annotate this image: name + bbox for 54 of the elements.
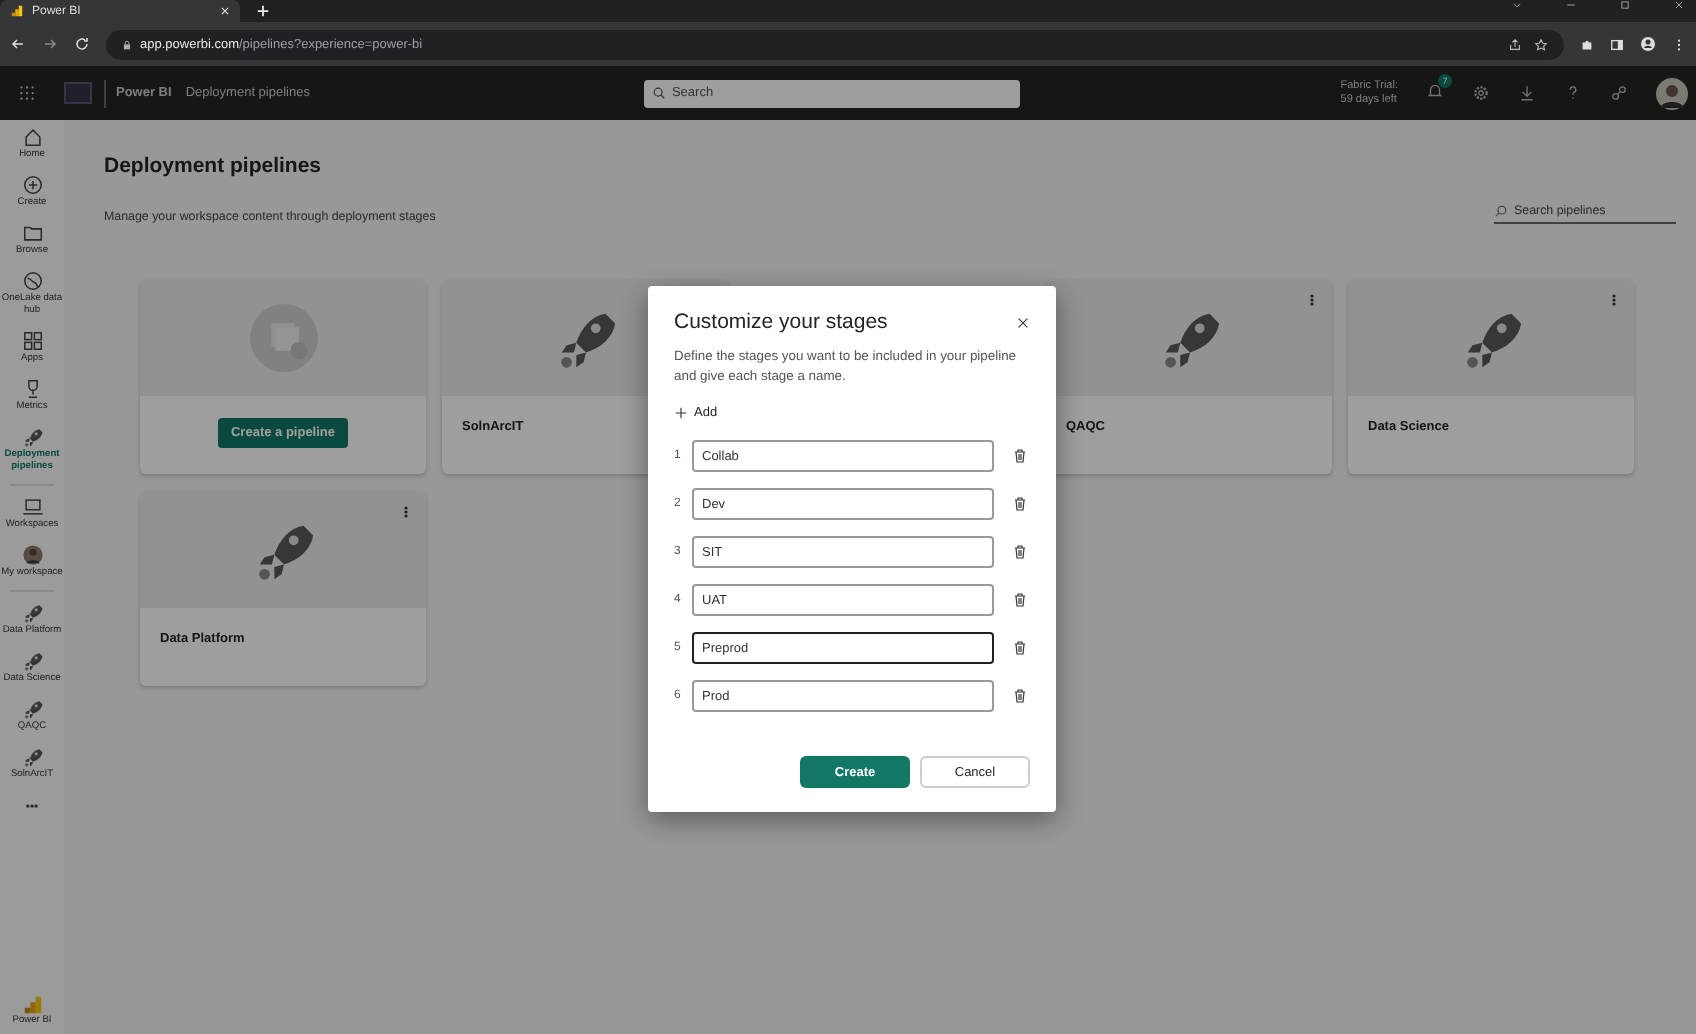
sidepanel-icon [1610, 37, 1624, 51]
maximize-icon [1620, 0, 1630, 10]
download-icon [1518, 84, 1536, 102]
more-icon[interactable] [1608, 294, 1620, 306]
back-icon [10, 36, 26, 52]
minimize-icon [1566, 0, 1576, 10]
trash-icon [1012, 688, 1028, 704]
trash-icon [1012, 496, 1028, 512]
close-button[interactable] [1016, 315, 1030, 329]
close-icon [1016, 315, 1030, 329]
lock-icon [122, 39, 132, 49]
close-icon [220, 6, 230, 16]
app-logo-icon [21, 994, 43, 1016]
app-logo-icon [10, 4, 24, 18]
home-icon [21, 126, 43, 148]
avatar-icon [1656, 77, 1688, 109]
more-icon[interactable] [400, 506, 412, 518]
plus-icon [674, 406, 688, 420]
trash-icon [1012, 640, 1028, 656]
help-icon [1564, 84, 1582, 102]
forward-icon [42, 36, 58, 52]
search-icon [651, 86, 666, 100]
share-icon [1508, 37, 1522, 51]
pipeline-placeholder-icon [249, 304, 317, 372]
avatar-icon [21, 544, 43, 566]
search-icon [1494, 204, 1508, 218]
page-title: Deployment pipelines [104, 154, 324, 178]
new-tab-icon [256, 4, 270, 18]
create-icon [21, 174, 43, 196]
trash-icon [1012, 544, 1028, 560]
share-icon [1610, 84, 1628, 102]
more-icon[interactable] [1306, 294, 1318, 306]
rocket-icon [21, 650, 43, 672]
reload-icon [74, 36, 90, 52]
more-icon [1672, 37, 1686, 51]
rocket-icon [21, 426, 43, 448]
trash-icon [1012, 592, 1028, 608]
laptop-icon [21, 496, 43, 518]
apps-icon [21, 330, 43, 352]
puzzle-icon [1580, 37, 1594, 51]
profile-icon [1640, 36, 1656, 52]
globe-icon [21, 270, 43, 292]
app-launcher-icon [18, 84, 36, 102]
rocket-icon [21, 746, 43, 768]
rocket-icon [21, 602, 43, 624]
bell-icon [1426, 82, 1444, 100]
trash-icon [1012, 448, 1028, 464]
close-icon [1674, 0, 1684, 10]
settings-icon [1472, 84, 1490, 102]
star-icon [1534, 37, 1548, 51]
folder-icon [21, 222, 43, 244]
rocket-icon [21, 698, 43, 720]
chevron-icon [1512, 0, 1522, 10]
workspace-logo [64, 82, 92, 104]
